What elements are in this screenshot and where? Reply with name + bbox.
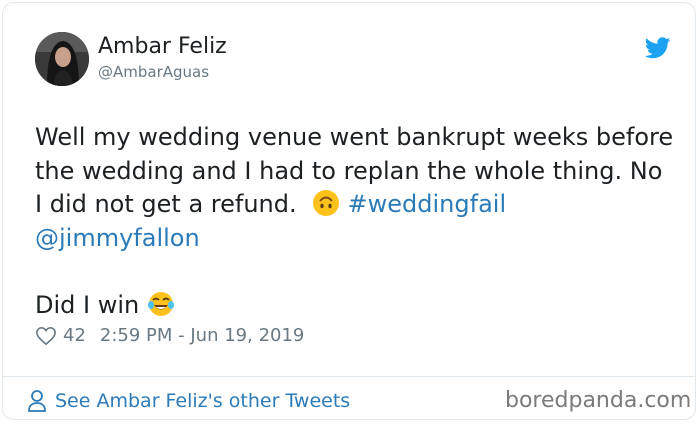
author-name[interactable]: Ambar Feliz (98, 34, 227, 59)
avatar-photo (35, 32, 89, 86)
heart-outline-icon[interactable] (35, 326, 57, 346)
face-with-tears-of-joy-emoji (147, 291, 174, 316)
watermark: boredpanda.com (505, 388, 692, 413)
tweet-text: Well my wedding venue went bankrupt week… (35, 121, 675, 322)
avatar[interactable] (35, 32, 89, 86)
timestamp[interactable]: 2:59 PM - Jun 19, 2019 (100, 325, 304, 346)
tweet-meta: 42 2:59 PM - Jun 19, 2019 (35, 325, 304, 346)
divider (3, 376, 695, 377)
like-count[interactable]: 42 (63, 325, 86, 346)
upside-down-face-emoji (312, 190, 339, 216)
tweet-card: Ambar Feliz @AmbarAguas Well my wedding … (2, 2, 696, 420)
tweet-text-closing: Did I win (35, 290, 140, 319)
person-outline-icon (28, 390, 46, 412)
mention-link[interactable]: @jimmyfallon (35, 224, 200, 252)
author-handle[interactable]: @AmbarAguas (98, 63, 209, 81)
twitter-bird-icon[interactable] (645, 37, 671, 59)
see-other-tweets-link[interactable]: See Ambar Feliz's other Tweets (27, 389, 350, 413)
hashtag-link[interactable]: #weddingfail (348, 190, 507, 218)
see-other-tweets-label[interactable]: See Ambar Feliz's other Tweets (55, 390, 350, 412)
